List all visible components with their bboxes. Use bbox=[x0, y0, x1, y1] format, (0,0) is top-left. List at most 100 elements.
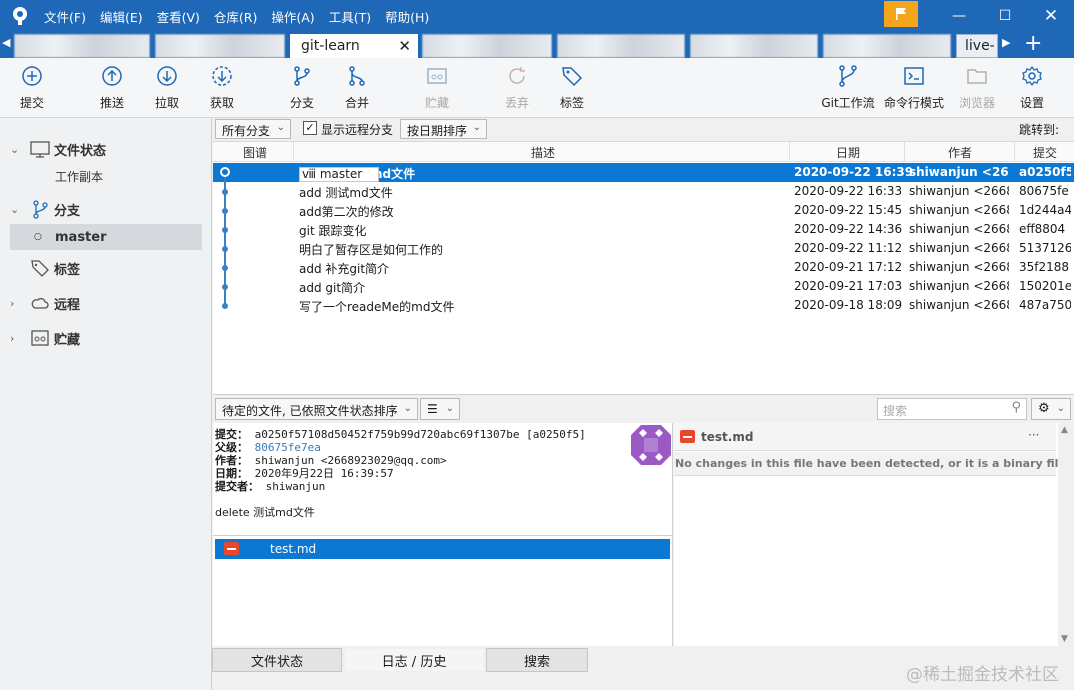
flag-button[interactable] bbox=[884, 1, 918, 27]
repo-tab[interactable] bbox=[14, 34, 150, 58]
column-header-date[interactable]: 日期 bbox=[836, 144, 860, 161]
menu-help[interactable]: 帮助(H) bbox=[385, 7, 429, 26]
diff-scrollbar[interactable]: ▲ ▼ bbox=[1058, 423, 1074, 646]
commit-description: add第二次的修改 bbox=[299, 203, 394, 220]
tab-log-history[interactable]: 日志 / 历史 bbox=[344, 648, 484, 672]
table-row[interactable]: git 跟踪变化 2020-09-22 14:36 shiwanjun <2668 e… bbox=[213, 220, 1074, 239]
new-tab-icon[interactable]: + bbox=[1024, 31, 1042, 56]
sidebar-item-branch-master[interactable]: ○ master bbox=[10, 224, 202, 250]
column-divider[interactable] bbox=[904, 142, 905, 162]
view-mode-select[interactable]: ☰ ⌄ bbox=[420, 398, 460, 420]
terminal-button[interactable]: 命令行模式 bbox=[884, 62, 944, 114]
tag-button[interactable]: 标签 bbox=[544, 62, 600, 114]
push-button[interactable]: 推送 bbox=[84, 62, 140, 114]
menu-file[interactable]: 文件(F) bbox=[44, 7, 86, 26]
repo-tab[interactable] bbox=[823, 34, 951, 58]
column-header-description[interactable]: 描述 bbox=[531, 144, 555, 161]
commit-node-icon bbox=[222, 303, 228, 309]
table-row[interactable]: add git简介 2020-09-21 17:03 shiwanjun <2668… bbox=[213, 277, 1074, 296]
chevron-down-icon: ⌄ bbox=[403, 403, 412, 414]
settings-menu-button[interactable]: ⚙ ⌄ bbox=[1031, 398, 1071, 420]
merge-icon bbox=[349, 66, 365, 86]
menu-view[interactable]: 查看(V) bbox=[157, 7, 200, 26]
push-label: 推送 bbox=[99, 96, 124, 110]
pull-button[interactable]: 拉取 bbox=[139, 62, 195, 114]
commit-icon bbox=[22, 66, 42, 86]
commit-date: 2020-09-22 14:36 bbox=[794, 222, 903, 236]
merge-button[interactable]: 合并 bbox=[329, 62, 385, 114]
commit-author: shiwanjun <2668 bbox=[909, 260, 1009, 274]
branch-button[interactable]: 分支 bbox=[274, 62, 330, 114]
sidebar-item-file-status[interactable]: ⌄ 文件状态 bbox=[0, 136, 212, 162]
explorer-button[interactable]: 浏览器 bbox=[949, 62, 1005, 114]
git-flow-label: Git工作流 bbox=[821, 96, 875, 110]
tab-scroll-left-icon[interactable]: ◀ bbox=[2, 36, 10, 49]
table-row[interactable]: add第二次的修改 2020-09-22 15:45 shiwanjun <2668… bbox=[213, 201, 1074, 220]
repo-tab[interactable] bbox=[557, 34, 685, 58]
sidebar-item-tags[interactable]: 标签 bbox=[0, 255, 212, 281]
chevron-down-icon[interactable]: ⌄ bbox=[10, 143, 19, 156]
branch-label: 分支 bbox=[289, 96, 314, 110]
menu-tools[interactable]: 工具(T) bbox=[329, 7, 371, 26]
column-header-author[interactable]: 作者 bbox=[948, 144, 972, 161]
column-divider[interactable] bbox=[789, 142, 790, 162]
commit-author: shiwanjun <2668 bbox=[909, 241, 1009, 255]
chevron-down-icon[interactable]: ⌄ bbox=[10, 203, 19, 216]
column-header-graph[interactable]: 图谱 bbox=[243, 144, 267, 161]
repo-tab-active[interactable]: git-learn ✕ bbox=[290, 34, 418, 58]
sidebar-item-remotes[interactable]: › 远程 bbox=[0, 290, 212, 316]
menu-edit[interactable]: 编辑(E) bbox=[100, 7, 143, 26]
tab-file-status[interactable]: 文件状态 bbox=[212, 648, 342, 672]
settings-button[interactable]: 设置 bbox=[1004, 62, 1060, 114]
sidebar-item-stashes[interactable]: › 贮藏 bbox=[0, 325, 212, 351]
branch-filter-select[interactable]: 所有分支 ⌄ bbox=[215, 119, 291, 139]
repo-tab[interactable] bbox=[155, 34, 285, 58]
commit-button[interactable]: 提交 bbox=[4, 62, 60, 114]
commit-hash: 80675fe bbox=[1019, 184, 1069, 198]
jump-to-label[interactable]: 跳转到: bbox=[1019, 121, 1059, 138]
table-row[interactable]: ⅷ masterdelete 测试md文件 2020-09-22 16:39shi… bbox=[213, 163, 1074, 182]
tab-scroll-right-icon[interactable]: ▶ bbox=[1002, 36, 1010, 49]
search-field[interactable]: 搜索 ⚲ bbox=[877, 398, 1027, 420]
column-divider[interactable] bbox=[1014, 142, 1015, 162]
commit-node-icon bbox=[222, 284, 228, 290]
discard-button[interactable]: 丢弃 bbox=[489, 62, 545, 114]
chevron-down-icon: ⌄ bbox=[276, 122, 285, 133]
maximize-button[interactable]: ☐ bbox=[982, 0, 1028, 32]
table-row[interactable]: add 测试md文件 2020-09-22 16:33 shiwanjun <266… bbox=[213, 182, 1074, 201]
show-remote-checkbox[interactable]: ✓ bbox=[303, 121, 317, 135]
sidebar-item-branches[interactable]: ⌄ 分支 bbox=[0, 196, 212, 222]
tab-search[interactable]: 搜索 bbox=[486, 648, 588, 672]
column-header-commit[interactable]: 提交 bbox=[1033, 144, 1057, 161]
chevron-right-icon[interactable]: › bbox=[10, 297, 14, 310]
stash-button[interactable]: 贮藏 bbox=[409, 62, 465, 114]
sidebar-item-working-copy[interactable]: 工作副本 bbox=[0, 163, 212, 189]
chevron-right-icon[interactable]: › bbox=[10, 332, 14, 345]
repo-tab[interactable]: live- bbox=[956, 34, 998, 58]
menu-repository[interactable]: 仓库(R) bbox=[214, 7, 257, 26]
menu-actions[interactable]: 操作(A) bbox=[271, 7, 314, 26]
tab-close-icon[interactable]: ✕ bbox=[398, 37, 411, 55]
diff-options-button[interactable]: ··· bbox=[1028, 428, 1039, 442]
table-row[interactable]: 明白了暂存区是如何工作的 2020-09-22 11:12 shiwanjun <2… bbox=[213, 239, 1074, 258]
git-flow-button[interactable]: Git工作流 bbox=[820, 62, 876, 114]
repo-tab[interactable] bbox=[422, 34, 552, 58]
commit-description: add 测试md文件 bbox=[299, 184, 393, 201]
fetch-label: 获取 bbox=[209, 96, 234, 110]
repo-tab[interactable] bbox=[690, 34, 818, 58]
gear-icon bbox=[1022, 65, 1042, 87]
close-window-button[interactable]: ✕ bbox=[1028, 0, 1074, 32]
diff-pane: test.md ··· No changes in this file have… bbox=[674, 423, 1074, 646]
file-sort-select[interactable]: 待定的文件, 已依照文件状态排序 ⌄ bbox=[215, 398, 418, 420]
main-toolbar: 提交 推送 拉取 获取 分支 合并 贮藏 丢弃 标签 Git工作流 命令行模式 bbox=[0, 58, 1074, 118]
fetch-button[interactable]: 获取 bbox=[194, 62, 250, 114]
column-divider[interactable] bbox=[293, 142, 294, 162]
table-row[interactable]: 写了一个readeMe的md文件 2020-09-18 18:09 shiwanju… bbox=[213, 296, 1074, 315]
sort-select[interactable]: 按日期排序 ⌄ bbox=[400, 119, 487, 139]
list-item[interactable]: test.md bbox=[215, 539, 670, 559]
explorer-label: 浏览器 bbox=[958, 96, 995, 110]
minimize-button[interactable]: — bbox=[936, 0, 982, 32]
table-row[interactable]: add 补充git简介 2020-09-21 17:12 shiwanjun <26… bbox=[213, 258, 1074, 277]
branch-tag: ⅷ master bbox=[299, 167, 380, 182]
commit-hash: 35f2188 bbox=[1019, 260, 1070, 274]
